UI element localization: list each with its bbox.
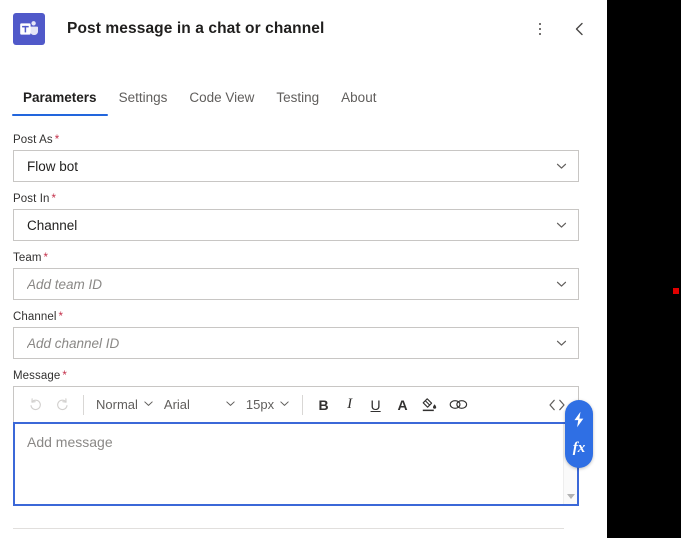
field-post-as: Post As* Flow bot [13, 134, 579, 182]
chevron-down-icon [555, 219, 568, 232]
black-overlay-region [607, 0, 681, 538]
font-family-dropdown[interactable]: Arial [159, 392, 241, 418]
chevron-left-icon[interactable] [567, 16, 593, 42]
chevron-down-icon [555, 337, 568, 350]
bold-label: B [319, 397, 329, 413]
font-family-value: Arial [164, 397, 190, 412]
tab-testing[interactable]: Testing [265, 90, 330, 116]
tab-parameters[interactable]: Parameters [12, 90, 108, 116]
chevron-down-icon [143, 397, 154, 412]
undo-icon[interactable] [22, 391, 49, 418]
teams-icon [13, 13, 45, 45]
label-text: Channel [13, 311, 57, 323]
chevron-down-icon [555, 278, 568, 291]
chevron-down-icon [225, 397, 236, 412]
field-channel: Channel* Add channel ID [13, 311, 579, 359]
scroll-down-arrow-icon[interactable] [567, 494, 575, 499]
select-post-in-value: Channel [27, 218, 77, 233]
label-text: Message [13, 370, 60, 382]
required-asterisk: * [55, 134, 60, 146]
highlight-fill-icon[interactable] [416, 391, 443, 418]
required-asterisk: * [62, 370, 67, 382]
label-message: Message* [13, 370, 579, 382]
more-dots [539, 23, 542, 36]
font-color-label: A [398, 397, 408, 413]
field-message: Message* [13, 370, 579, 506]
label-team: Team* [13, 252, 579, 264]
parameters-form: Post As* Flow bot Post In* Channel [0, 116, 607, 529]
label-text: Post As [13, 134, 53, 146]
field-post-in: Post In* Channel [13, 193, 579, 241]
toolbar-divider [83, 395, 84, 415]
select-channel[interactable]: Add channel ID [13, 327, 579, 359]
underline-button[interactable]: U [362, 391, 389, 418]
chevron-down-icon [279, 397, 290, 412]
italic-label: I [347, 396, 352, 413]
red-marker-dot [673, 288, 679, 294]
select-post-as[interactable]: Flow bot [13, 150, 579, 182]
required-asterisk: * [44, 252, 49, 264]
paragraph-style-value: Normal [96, 397, 138, 412]
select-team[interactable]: Add team ID [13, 268, 579, 300]
panel-header: Post message in a chat or channel [0, 0, 607, 58]
lightning-bolt-icon[interactable] [568, 407, 590, 433]
field-team: Team* Add team ID [13, 252, 579, 300]
screen-root: Post message in a chat or channel Parame… [0, 0, 681, 538]
rich-text-toolbar: Normal Arial 15px [13, 386, 579, 422]
italic-button[interactable]: I [337, 391, 362, 418]
header-actions [527, 16, 593, 42]
function-fx-label: fx [573, 441, 586, 456]
select-post-as-value: Flow bot [27, 159, 78, 174]
select-team-value: Add team ID [27, 277, 102, 292]
message-placeholder: Add message [15, 424, 563, 504]
font-size-value: 15px [246, 397, 274, 412]
message-editor-body[interactable]: Add message fx [13, 422, 579, 506]
tab-code-view[interactable]: Code View [178, 90, 265, 116]
label-channel: Channel* [13, 311, 579, 323]
chevron-down-icon [555, 160, 568, 173]
label-post-in: Post In* [13, 193, 579, 205]
link-icon[interactable] [443, 391, 473, 418]
select-channel-value: Add channel ID [27, 336, 119, 351]
dynamic-content-pill: fx [565, 400, 593, 468]
action-details-panel: Post message in a chat or channel Parame… [0, 0, 607, 538]
redo-icon[interactable] [49, 391, 76, 418]
required-asterisk: * [59, 311, 64, 323]
required-asterisk: * [52, 193, 57, 205]
section-divider [13, 528, 564, 529]
paragraph-style-dropdown[interactable]: Normal [91, 392, 159, 418]
tab-settings[interactable]: Settings [108, 90, 179, 116]
page-title: Post message in a chat or channel [67, 20, 324, 38]
select-post-in[interactable]: Channel [13, 209, 579, 241]
tab-about[interactable]: About [330, 90, 387, 116]
tab-bar: Parameters Settings Code View Testing Ab… [0, 70, 607, 116]
underline-label: U [371, 397, 381, 413]
bold-button[interactable]: B [310, 391, 337, 418]
rich-text-editor: Normal Arial 15px [13, 386, 579, 506]
label-post-as: Post As* [13, 134, 579, 146]
label-text: Team [13, 252, 42, 264]
label-text: Post In [13, 193, 50, 205]
toolbar-divider [302, 395, 303, 415]
font-size-dropdown[interactable]: 15px [241, 392, 295, 418]
font-color-button[interactable]: A [389, 391, 416, 418]
function-fx-button[interactable]: fx [568, 436, 590, 462]
more-vertical-icon[interactable] [527, 16, 553, 42]
